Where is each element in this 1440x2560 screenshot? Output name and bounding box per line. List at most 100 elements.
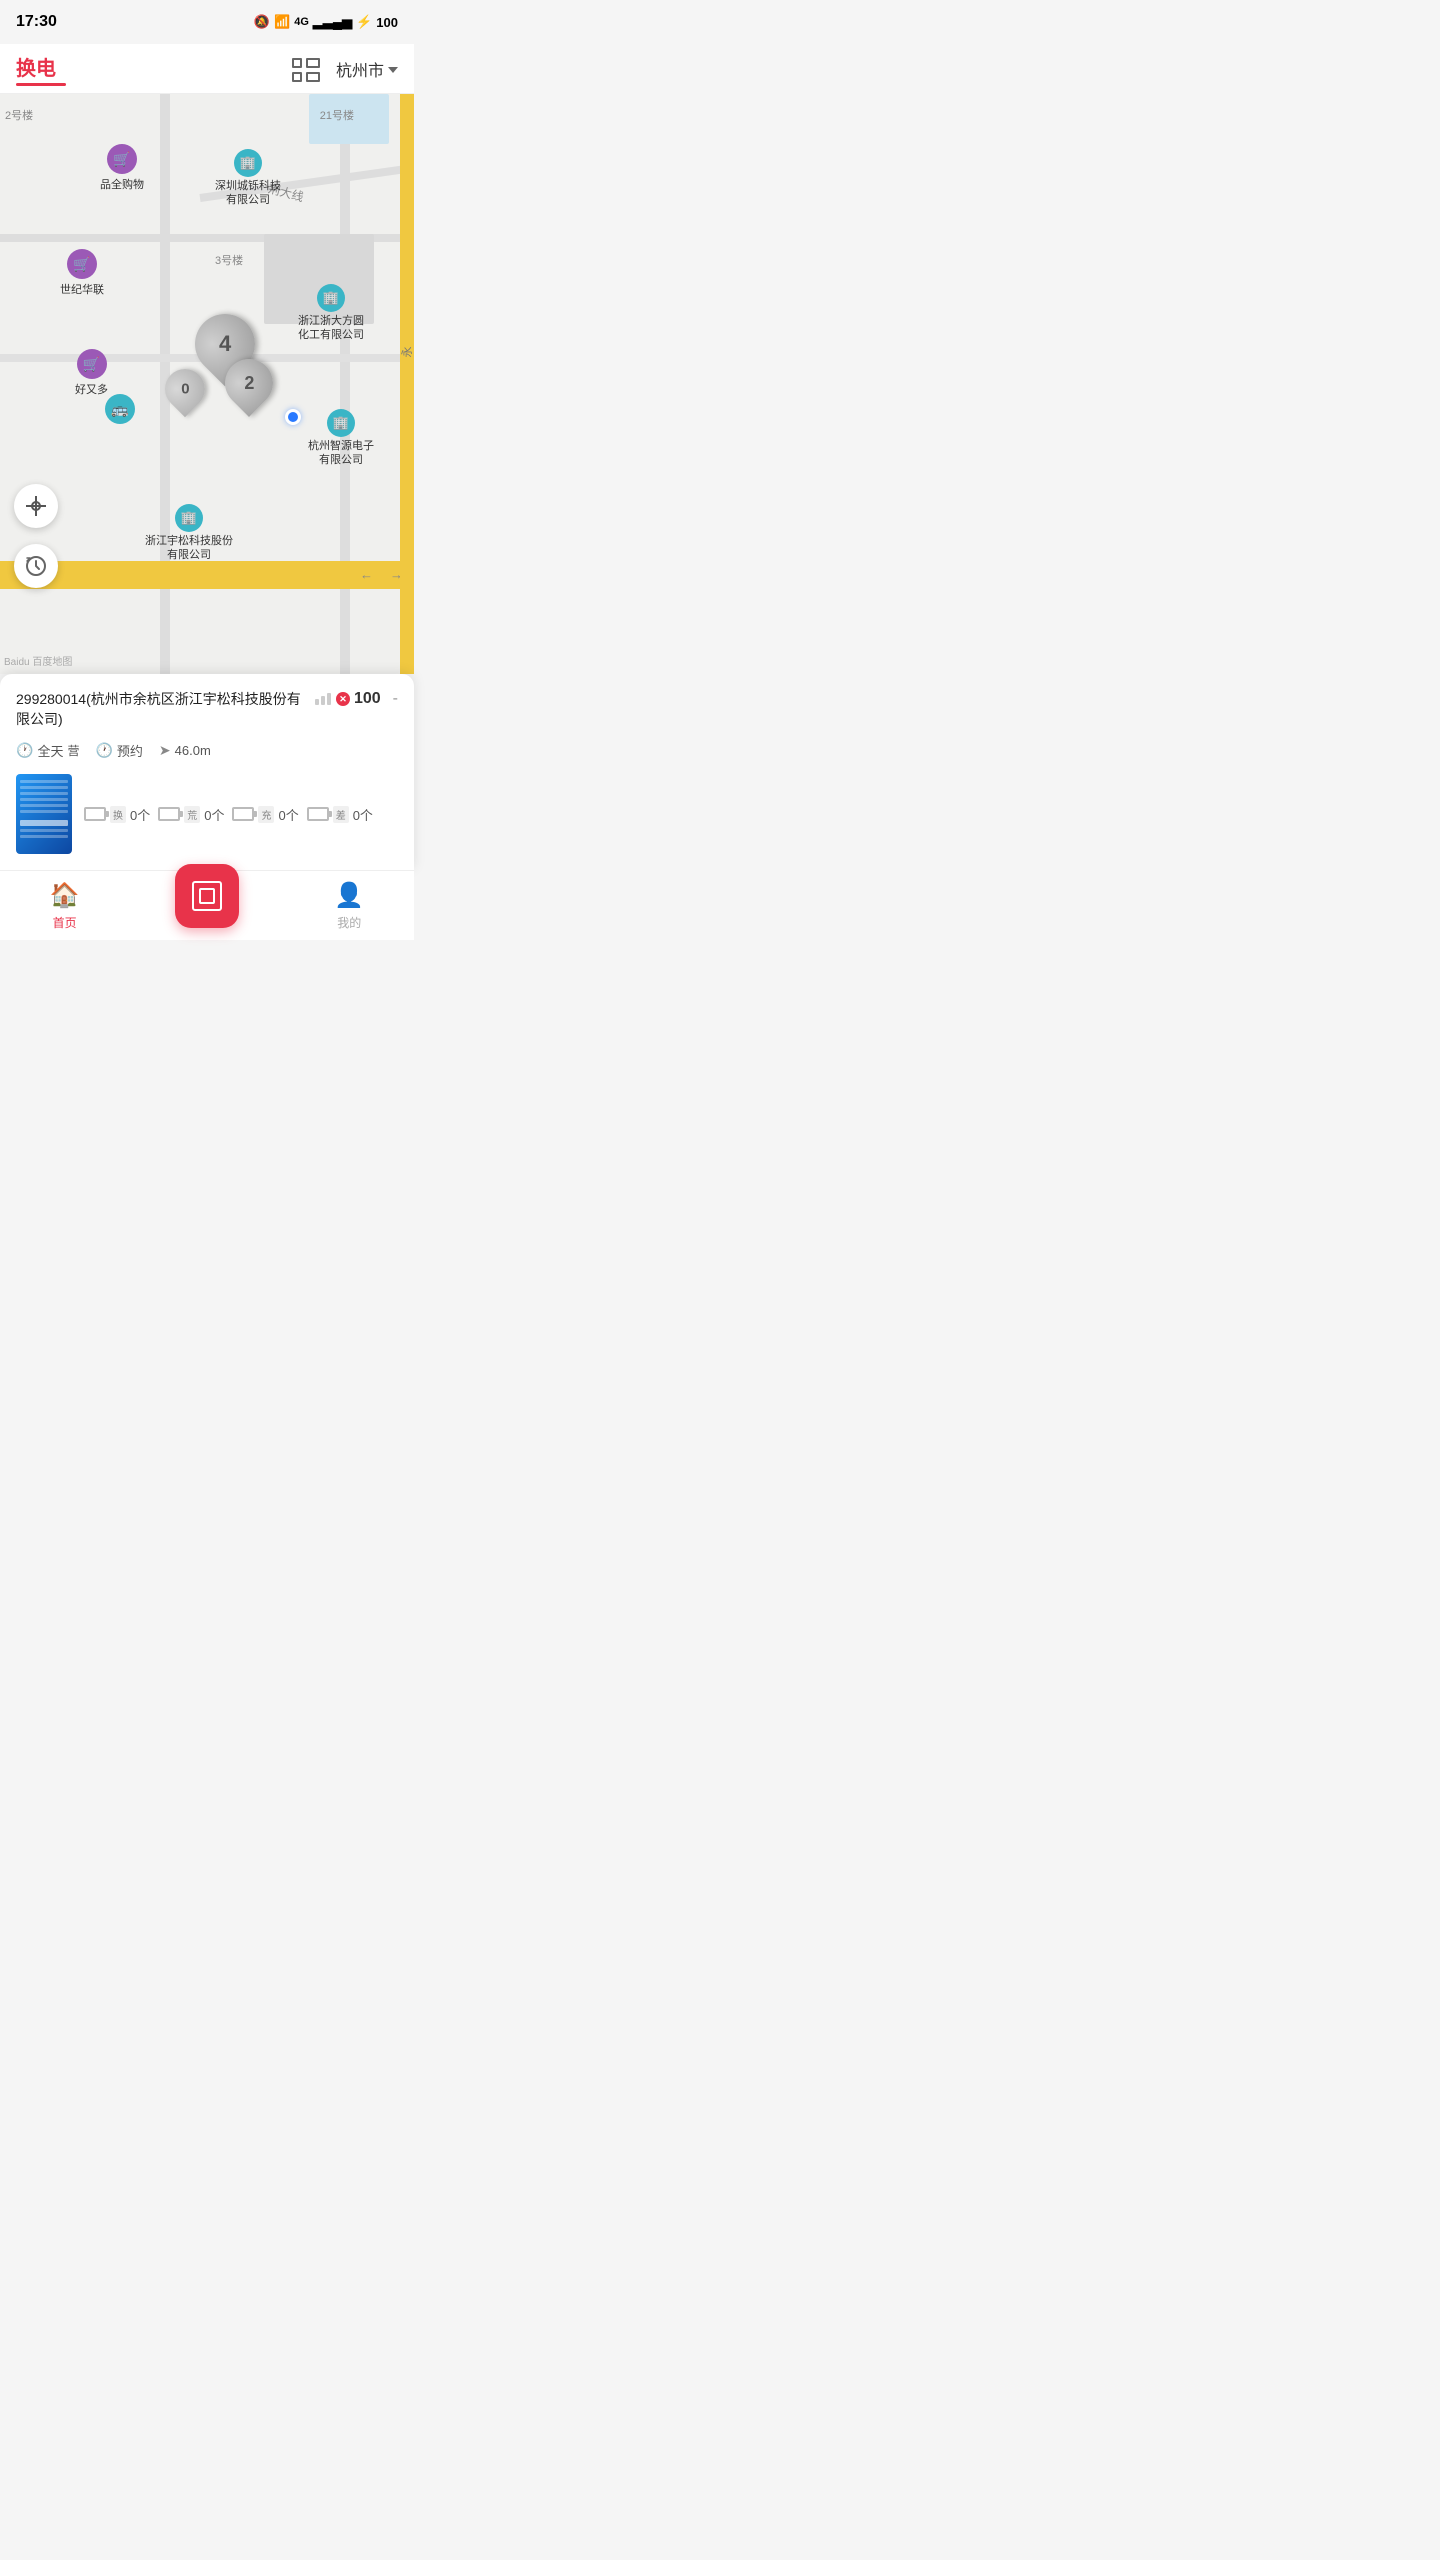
charging-icon: ⚡ xyxy=(356,14,372,30)
page-title: 换电 xyxy=(16,52,56,81)
battery-count-3: 0个 xyxy=(353,805,373,824)
signal-4g-icon: 4G xyxy=(294,16,309,28)
pin-4-number: 4 xyxy=(219,331,231,357)
road-label-yong: 永 xyxy=(399,347,415,358)
panel-content-row: 换 0个 荒 0个 充 0个 差 0个 xyxy=(16,774,398,854)
building-label-3: 3号楼 xyxy=(215,254,243,268)
signal-error-icon: ✕ xyxy=(336,692,350,706)
chevron-down-icon xyxy=(388,67,398,73)
grid-list-toggle[interactable] xyxy=(292,58,320,80)
distance-info: ➤ 46.0m xyxy=(159,742,211,759)
city-selector[interactable]: 杭州市 xyxy=(336,57,398,81)
battery-grid: 换 0个 荒 0个 充 0个 差 0个 xyxy=(84,805,398,824)
nav-mine-label: 我的 xyxy=(337,914,361,931)
signal-bars xyxy=(315,693,331,705)
poi-label-yusong: 浙江宇松科技股份有限公司 xyxy=(145,534,233,563)
hours-label: 全天 xyxy=(37,741,63,760)
pin-0-number: 0 xyxy=(181,381,189,398)
map-pin-0[interactable]: 0 xyxy=(165,369,205,409)
scan-inner xyxy=(199,888,215,904)
battery-count-0: 0个 xyxy=(130,805,150,824)
building-label-2: 2号楼 xyxy=(5,109,33,123)
signal-bar-1 xyxy=(315,699,319,705)
building-icon-zhiyuan: 🏢 xyxy=(327,409,355,437)
map-pin-2[interactable]: 2 xyxy=(225,359,273,407)
history-icon xyxy=(25,555,47,577)
bottom-nav: 🏠 首页 👤 我的 xyxy=(0,870,414,940)
nav-home[interactable]: 🏠 首页 xyxy=(0,881,129,931)
scan-button[interactable] xyxy=(175,864,239,928)
header-right: 杭州市 xyxy=(292,57,398,81)
hours-info: 🕐 全天 营 xyxy=(16,741,79,760)
battery-item-0: 换 0个 xyxy=(84,805,150,824)
poi-shiji: 🛒 世纪华联 xyxy=(60,249,104,297)
home-icon: 🏠 xyxy=(50,881,80,910)
clock-icon: 🕐 xyxy=(16,742,33,759)
road-arrow-left: ← xyxy=(360,567,373,582)
battery-tag-2: 充 xyxy=(258,806,274,823)
poi-haoyouduo: 🛒 好又多 xyxy=(75,349,108,397)
clock-icon-2: 🕐 xyxy=(95,742,112,759)
station-image xyxy=(16,774,72,854)
poi-yusong: 🏢 浙江宇松科技股份有限公司 xyxy=(145,504,233,563)
battery-tag-1: 荒 xyxy=(184,806,200,823)
crosshair-icon xyxy=(26,496,46,516)
poi-label-shiji: 世纪华联 xyxy=(60,281,104,297)
nav-mine[interactable]: 👤 我的 xyxy=(285,881,414,931)
status-time: 17:30 xyxy=(16,13,57,31)
battery-tag-3: 差 xyxy=(333,806,349,823)
history-button[interactable] xyxy=(14,544,58,588)
map-container[interactable]: ← → 荆大线 永 21号楼 2号楼 3号楼 🛒 品全购物 🛒 世纪华联 🛒 好… xyxy=(0,94,414,674)
battery-count-1: 0个 xyxy=(204,805,224,824)
main-road-yellow xyxy=(0,561,414,589)
shopping-icon-pinquan: 🛒 xyxy=(107,144,137,174)
panel-info-row: 🕐 全天 营 🕐 预约 ➤ 46.0m xyxy=(16,741,398,760)
panel-signal: ✕ 100 xyxy=(315,690,381,708)
battery-icon-1 xyxy=(158,807,180,821)
station-panel: 299280014(杭州市余杭区浙江宇松科技股份有限公司) ✕ 100 - 🕐 … xyxy=(0,674,414,870)
poi-shenzhen: 🏢 深圳城铄科技有限公司 xyxy=(215,149,281,208)
status-icons: 🔕 📶 4G ▂▃▄▅ ⚡ 100 xyxy=(254,14,398,30)
city-name: 杭州市 xyxy=(336,57,384,81)
营业-icon: 营 xyxy=(67,742,79,759)
wifi-icon: 📶 xyxy=(274,14,290,30)
battery-icon-2 xyxy=(232,807,254,821)
signal-bars-icon: ▂▃▄▅ xyxy=(313,14,352,30)
profile-icon: 👤 xyxy=(334,881,364,910)
map-background: ← → 荆大线 永 21号楼 2号楼 3号楼 🛒 品全购物 🛒 世纪华联 🛒 好… xyxy=(0,94,414,674)
battery-item-1: 荒 0个 xyxy=(158,805,224,824)
poi-label-shenzhen: 深圳城铄科技有限公司 xyxy=(215,179,281,208)
title-underline xyxy=(16,83,66,86)
poi-label-zheda: 浙江浙大方圆化工有限公司 xyxy=(298,314,364,343)
nav-scan[interactable] xyxy=(129,884,284,928)
poi-zheda: 🏢 浙江浙大方圆化工有限公司 xyxy=(298,284,364,343)
signal-value: 100 xyxy=(354,690,381,708)
status-bar: 17:30 🔕 📶 4G ▂▃▄▅ ⚡ 100 xyxy=(0,0,414,44)
baidu-text: Baidu 百度地图 xyxy=(4,653,72,668)
shopping-icon-shiji: 🛒 xyxy=(67,249,97,279)
battery-item-3: 差 0个 xyxy=(307,805,373,824)
poi-label-pinquan: 品全购物 xyxy=(100,176,144,192)
battery-icon-3 xyxy=(307,807,329,821)
navigation-icon: ➤ xyxy=(159,742,171,759)
scan-icon xyxy=(192,881,222,911)
reservable-info: 🕐 预约 xyxy=(95,741,142,760)
distance-label: 46.0m xyxy=(175,743,211,758)
poi-zhiyuan: 🏢 杭州智源电子有限公司 xyxy=(308,409,374,468)
road-right-vertical xyxy=(400,94,414,674)
location-button[interactable] xyxy=(14,484,58,528)
poi-label-haoyouduo: 好又多 xyxy=(75,381,108,397)
battery-icon: 100 xyxy=(376,15,398,30)
battery-count-2: 0个 xyxy=(278,805,298,824)
app-header: 换电 杭州市 xyxy=(0,44,414,94)
poi-label-zhiyuan: 杭州智源电子有限公司 xyxy=(308,439,374,468)
pin-2-number: 2 xyxy=(244,373,254,394)
building-icon-zheda: 🏢 xyxy=(317,284,345,312)
signal-bar-2 xyxy=(321,696,325,705)
poi-pinquan: 🛒 品全购物 xyxy=(100,144,144,192)
baidu-watermark: Baidu 百度地图 xyxy=(0,651,76,670)
signal-bar-3 xyxy=(327,693,331,705)
battery-tag-0: 换 xyxy=(110,806,126,823)
building-label-21: 21号楼 xyxy=(320,109,354,123)
nav-home-label: 首页 xyxy=(53,914,77,931)
